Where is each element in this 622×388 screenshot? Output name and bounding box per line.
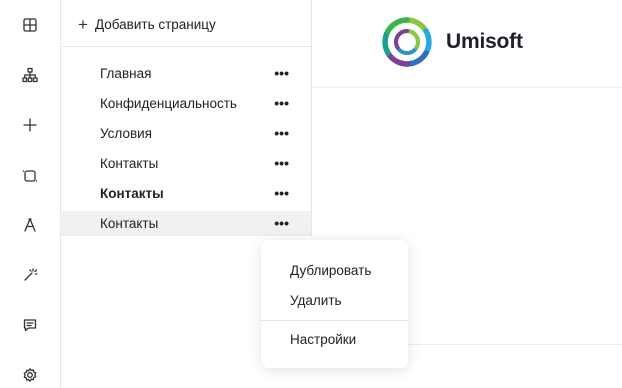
comment-icon[interactable] — [19, 314, 41, 336]
icon-rail — [0, 0, 61, 388]
umisoft-logo-icon — [382, 17, 432, 67]
brand-name: Umisoft — [446, 30, 523, 53]
plus-icon: + — [78, 14, 88, 34]
frame-icon[interactable] — [19, 165, 41, 187]
page-label: Конфиденциальность — [100, 95, 237, 111]
menu-item-duplicate[interactable]: Дублировать — [261, 258, 408, 282]
grid-icon[interactable] — [19, 14, 41, 36]
canvas-header: Umisoft — [312, 0, 622, 88]
more-options-icon[interactable]: ••• — [274, 126, 289, 140]
plus-icon[interactable] — [19, 114, 41, 136]
page-label: Контакты — [100, 215, 159, 231]
divider — [61, 46, 311, 47]
add-page-label: Добавить страницу — [94, 16, 216, 32]
page-item-privacy[interactable]: Конфиденциальность ••• — [61, 91, 311, 115]
page-label: Контакты — [100, 155, 159, 171]
more-options-icon[interactable]: ••• — [274, 216, 289, 230]
settings-icon[interactable] — [19, 364, 41, 386]
menu-item-settings[interactable]: Настройки — [261, 327, 408, 351]
typography-icon[interactable] — [19, 214, 41, 236]
magic-wand-icon[interactable] — [19, 264, 41, 286]
sitemap-icon[interactable] — [19, 64, 41, 86]
page-item-contacts-selected[interactable]: Контакты ••• — [61, 211, 311, 235]
pages-panel: + Добавить страницу Главная ••• Конфиден… — [61, 0, 312, 236]
more-options-icon[interactable]: ••• — [274, 96, 289, 110]
page-context-menu: Дублировать Удалить Настройки — [261, 240, 408, 368]
menu-item-delete[interactable]: Удалить — [261, 288, 408, 312]
page-label: Главная — [100, 65, 152, 81]
more-options-icon[interactable]: ••• — [274, 156, 289, 170]
page-label: Контакты — [100, 185, 164, 201]
more-options-icon[interactable]: ••• — [274, 186, 289, 200]
page-item-contacts[interactable]: Контакты ••• — [61, 151, 311, 175]
divider — [261, 320, 408, 321]
add-page-button[interactable]: + Добавить страницу — [78, 12, 216, 36]
page-label: Условия — [100, 125, 152, 141]
page-item-home[interactable]: Главная ••• — [61, 61, 311, 85]
more-options-icon[interactable]: ••• — [274, 66, 289, 80]
page-item-terms[interactable]: Условия ••• — [61, 121, 311, 145]
page-item-contacts-current[interactable]: Контакты ••• — [61, 181, 311, 205]
